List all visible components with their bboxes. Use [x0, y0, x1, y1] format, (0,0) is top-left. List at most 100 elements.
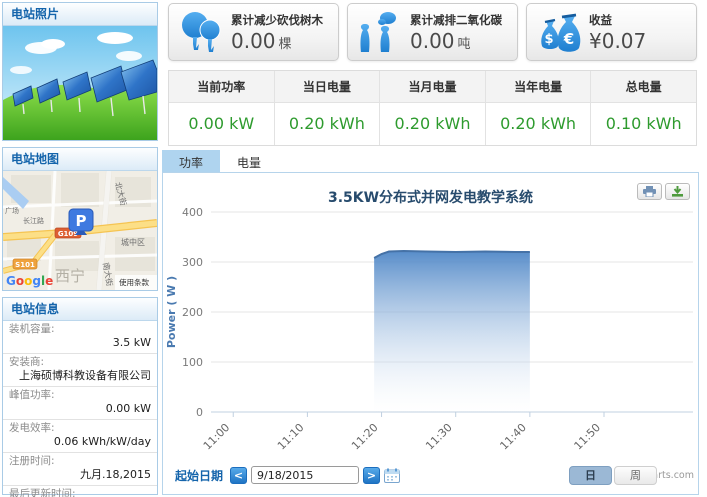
card-trees-saved: 累计减少砍伐树木 0.00棵 — [168, 3, 339, 61]
info-label: 最后更新时间: — [9, 488, 151, 497]
svg-text:$: $ — [544, 32, 553, 47]
stats-header-monthly-energy: 当月电量 — [380, 71, 486, 103]
card-label: 累计减排二氧化碳 — [410, 12, 511, 28]
svg-text:11:00: 11:00 — [201, 421, 233, 453]
road-label-s101: S101 — [15, 261, 35, 269]
energy-stats-table: 当前功率 当日电量 当月电量 当年电量 总电量 0.00 kW 0.20 kWh… — [168, 70, 697, 146]
stats-value-yearly-energy: 0.20 kWh — [486, 103, 592, 145]
download-icon — [672, 186, 683, 197]
info-row-peak-power: 峰值功率: 0.00 kW — [3, 387, 157, 420]
svg-text:€: € — [563, 30, 574, 48]
start-date-input[interactable] — [251, 466, 359, 484]
card-value: 0.00 — [231, 29, 276, 53]
card-value: 0.00 — [410, 29, 455, 53]
info-label: 注册时间: — [9, 455, 151, 468]
info-value: 上海硕博科教设备有限公司 — [9, 369, 151, 383]
info-row-installer: 安装商: 上海硕博科教设备有限公司 — [3, 354, 157, 387]
svg-text:11:10: 11:10 — [275, 421, 307, 453]
stats-value-current-power: 0.00 kW — [169, 103, 275, 145]
stats-header-yearly-energy: 当年电量 — [486, 71, 592, 103]
card-revenue: $ € 收益 ¥0.07 — [526, 3, 697, 61]
svg-text:Power ( W ): Power ( W ) — [165, 276, 178, 348]
trees-icon — [175, 9, 227, 55]
stats-value-monthly-energy: 0.20 kWh — [380, 103, 486, 145]
next-day-button[interactable]: > — [363, 467, 380, 484]
svg-text:400: 400 — [182, 207, 203, 219]
info-label: 安装商: — [9, 356, 151, 369]
solar-dashboard: 电站照片 — [0, 0, 707, 497]
station-info-title: 电站信息 — [3, 298, 157, 321]
svg-text:11:20: 11:20 — [349, 421, 381, 453]
chart-title: 3.5KW分布式并网发电教学系统 — [163, 187, 698, 207]
range-week-button[interactable]: 周 — [614, 466, 657, 485]
power-area-chart[interactable]: 0 100 200 300 400 11:00 11:10 11:20 11:30 11:40 11… — [163, 207, 698, 459]
info-row-registered: 注册时间: 九月.18,2015 — [3, 453, 157, 486]
tab-energy[interactable]: 电量 — [220, 150, 278, 172]
svg-text:100: 100 — [182, 356, 203, 369]
svg-text:300: 300 — [182, 256, 203, 269]
map-label-cj-road: 长江路 — [23, 216, 44, 225]
prev-day-button[interactable]: < — [230, 467, 247, 484]
info-value: 3.5 kW — [9, 336, 151, 350]
road-badge-s101: S101 — [13, 259, 37, 269]
station-info-panel: 电站信息 装机容量: 3.5 kW 安装商: 上海硕博科教设备有限公司 峰值功率… — [2, 297, 158, 495]
card-label: 收益 — [589, 12, 690, 28]
summary-cards: 累计减少砍伐树木 0.00棵 累计减排二氧化碳 0.00吨 — [168, 3, 697, 61]
svg-text:11:30: 11:30 — [423, 421, 455, 453]
info-value: 0.06 kWh/kW/day — [9, 435, 151, 449]
google-logo[interactable]: Google — [6, 274, 53, 288]
stats-header-current-power: 当前功率 — [169, 71, 275, 103]
calendar-icon[interactable] — [384, 468, 400, 483]
info-label: 发电效率: — [9, 422, 151, 435]
map-label-district: 城中区 — [121, 237, 145, 247]
card-unit: 吨 — [458, 37, 471, 52]
map-terms-label: 使用条款 — [119, 277, 149, 287]
map-marker-letter: P — [76, 212, 87, 230]
chart-tabs: 功率 电量 — [162, 150, 699, 172]
station-map-panel: 电站地图 G109 — [2, 147, 158, 291]
print-icon — [643, 186, 656, 197]
chart-export-buttons — [637, 183, 690, 200]
print-button[interactable] — [637, 183, 662, 200]
info-value: 九月.18,2015 — [9, 468, 151, 482]
range-day-button[interactable]: 日 — [569, 466, 612, 485]
svg-text:11:50: 11:50 — [572, 421, 604, 453]
card-unit: 棵 — [279, 37, 292, 52]
stats-value-daily-energy: 0.20 kWh — [275, 103, 381, 145]
station-map[interactable]: G109 S101 城中区 北大街 南大街 长江路 广场 西宁 P Google — [3, 171, 157, 290]
download-button[interactable] — [665, 183, 690, 200]
station-map-title: 电站地图 — [3, 148, 157, 171]
card-value: ¥0.07 — [589, 29, 646, 53]
stats-value-row: 0.00 kW 0.20 kWh 0.20 kWh 0.20 kWh 0.10 … — [169, 103, 696, 145]
stats-value-total-energy: 0.10 kWh — [591, 103, 696, 145]
svg-text:200: 200 — [182, 306, 203, 319]
stats-header-row: 当前功率 当日电量 当月电量 当年电量 总电量 — [169, 71, 696, 103]
chart-panel: 功率 电量 3.5KW分布式并网发电教学系统 — [162, 150, 699, 495]
info-row-efficiency: 发电效率: 0.06 kWh/kW/day — [3, 420, 157, 453]
info-label: 峰值功率: — [9, 389, 151, 402]
station-photo-image — [3, 26, 157, 140]
date-controls: 起始日期 < > — [175, 464, 400, 486]
stats-header-total-energy: 总电量 — [591, 71, 696, 103]
map-label-city: 西宁 — [55, 267, 85, 285]
cooling-towers-icon — [354, 9, 406, 55]
info-value: 0.00 kW — [9, 402, 151, 416]
station-photo-panel: 电站照片 — [2, 2, 158, 141]
svg-text:0: 0 — [196, 406, 203, 419]
stats-header-daily-energy: 当日电量 — [275, 71, 381, 103]
card-label: 累计减少砍伐树木 — [231, 12, 332, 28]
tab-power[interactable]: 功率 — [162, 150, 220, 172]
range-toggle: 日 周 — [569, 466, 657, 485]
map-terms-link[interactable]: 使用条款 — [115, 275, 157, 290]
map-label-square: 广场 — [5, 206, 19, 215]
info-row-capacity: 装机容量: 3.5 kW — [3, 321, 157, 354]
chart-content: 3.5KW分布式并网发电教学系统 010020030040011: — [162, 172, 699, 495]
info-row-last-update: 最后更新时间: 九月.18 11:27,GMT +8,2015 — [3, 486, 157, 497]
money-bags-icon: $ € — [533, 9, 585, 55]
info-label: 装机容量: — [9, 323, 151, 336]
start-date-label: 起始日期 — [175, 467, 223, 484]
svg-text:11:40: 11:40 — [497, 421, 529, 453]
map-marker[interactable]: P — [69, 209, 93, 235]
station-photo-title: 电站照片 — [3, 3, 157, 26]
card-co2-reduced: 累计减排二氧化碳 0.00吨 — [347, 3, 518, 61]
